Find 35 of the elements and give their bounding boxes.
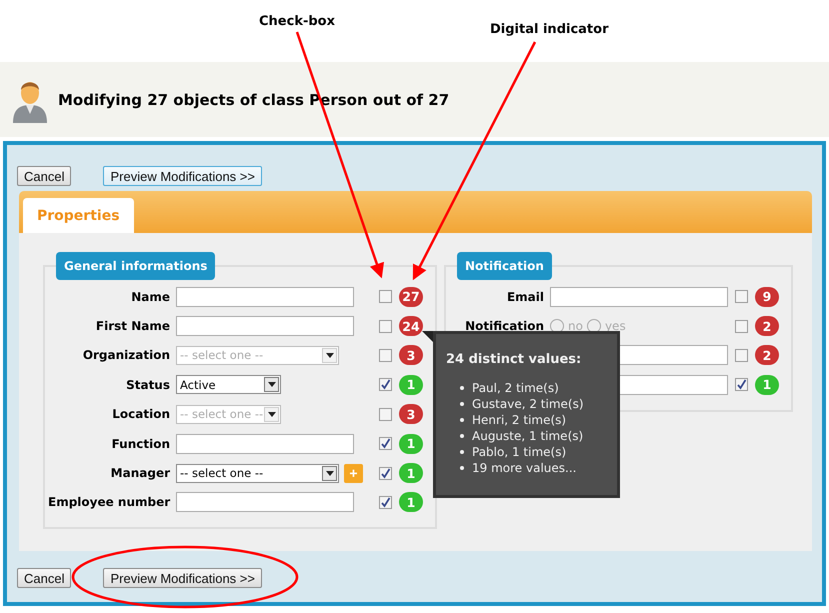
tooltip-item: Pablo, 1 time(s)	[472, 445, 566, 459]
tooltip-item: Paul, 2 time(s)	[472, 381, 559, 395]
field-label: Notification	[464, 319, 544, 334]
count-badge: 27	[399, 286, 423, 307]
count-badge: 1	[399, 463, 423, 484]
count-badge: 3	[399, 345, 423, 366]
field-label: Name	[130, 290, 170, 304]
field-label: Status	[125, 378, 170, 392]
count-badge: 2	[755, 345, 779, 366]
field-label: Location	[111, 407, 170, 422]
tooltip-item: Gustave, 2 time(s)	[472, 397, 584, 411]
group-title: General informations	[56, 252, 216, 280]
count-badge: 1	[755, 374, 779, 395]
annotation-label: Digital indicator	[490, 22, 608, 37]
tooltip-title: 24 distinct values:	[446, 352, 582, 367]
field-label: First Name	[94, 319, 170, 334]
count-badge: 1	[399, 492, 423, 512]
tooltip-item: Henri, 2 time(s)	[472, 413, 566, 427]
count-badge: 9	[755, 286, 779, 307]
count-badge: 2	[755, 316, 779, 336]
group-title: Notification	[457, 252, 552, 280]
field-label: Function	[110, 436, 170, 451]
count-badge: 3	[399, 404, 423, 424]
tooltip-item: Auguste, 1 time(s)	[472, 429, 584, 443]
field-label: Organization	[82, 348, 170, 362]
radio-label: no	[568, 319, 583, 334]
field-label: Manager	[110, 466, 170, 480]
radio-label: yes	[604, 319, 626, 334]
field-label: Employee number	[48, 495, 170, 510]
tooltip-item: 19 more values...	[472, 461, 576, 475]
field-label: Email	[506, 290, 544, 304]
count-badge: 24	[399, 316, 423, 336]
count-badge: 1	[399, 434, 423, 454]
count-badge: 1	[399, 374, 423, 395]
annotation-label: Check-box	[259, 14, 335, 29]
